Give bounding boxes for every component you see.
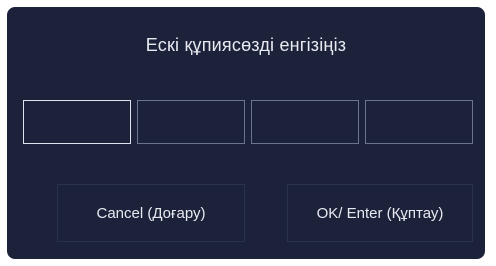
pin-input-row <box>23 100 473 144</box>
pin-digit-1-field[interactable] <box>23 100 131 144</box>
ok-button-label: OK/ Enter (Құптау) <box>316 204 444 222</box>
password-dialog: Ескі құпиясөзді енгізіңіз Cancel (Доғару… <box>7 7 485 259</box>
pin-digit-3-field[interactable] <box>251 100 359 144</box>
ok-enter-button[interactable]: OK/ Enter (Құптау) <box>287 184 473 242</box>
dialog-title: Ескі құпиясөзді енгізіңіз <box>145 35 347 55</box>
cancel-button[interactable]: Cancel (Доғару) <box>57 184 245 242</box>
pin-digit-2-field[interactable] <box>137 100 245 144</box>
pin-digit-4-field[interactable] <box>365 100 473 144</box>
cancel-button-label: Cancel (Доғару) <box>96 204 206 222</box>
